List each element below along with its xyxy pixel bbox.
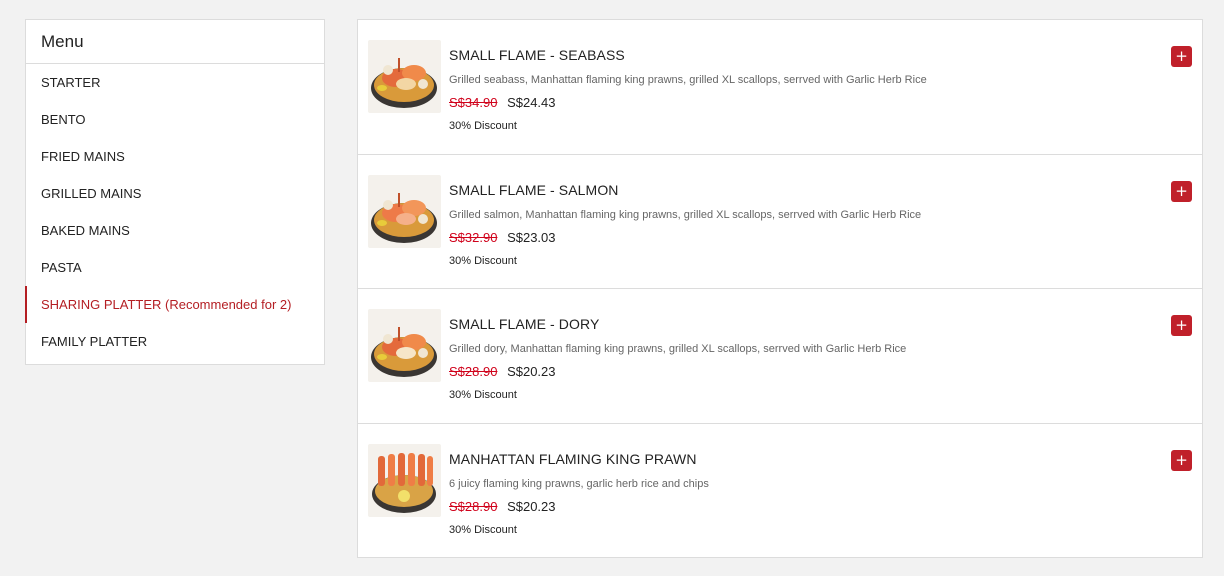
product-description: Grilled seabass, Manhattan flaming king …	[449, 74, 927, 86]
product-image[interactable]	[368, 40, 441, 113]
product-image[interactable]	[368, 174, 441, 248]
product-name: SMALL FLAME - SALMON	[449, 181, 619, 198]
product-prices: S$32.90 S$23.03	[449, 230, 556, 245]
sidebar-item-baked-mains[interactable]: BAKED MAINS	[26, 212, 324, 249]
plus-icon: +	[1175, 316, 1188, 334]
original-price: S$28.90	[449, 498, 498, 514]
product-description: Grilled dory, Manhattan flaming king pra…	[449, 343, 907, 355]
add-to-cart-button[interactable]: +	[1171, 449, 1192, 471]
sidebar-item-bento[interactable]: BENTO	[26, 101, 324, 138]
product-prices: S$28.90 S$20.23	[449, 499, 556, 514]
product-image[interactable]	[368, 443, 441, 517]
discounted-price: S$20.23	[507, 498, 556, 514]
product-list: SMALL FLAME - SEABASS Grilled seabass, M…	[357, 19, 1203, 558]
discounted-price: S$23.03	[507, 229, 556, 245]
product-prices: S$28.90 S$20.23	[449, 364, 556, 379]
category-list: STARTER BENTO FRIED MAINS GRILLED MAINS …	[25, 64, 324, 360]
product-name: SMALL FLAME - DORY	[449, 316, 600, 332]
sidebar-title: Menu	[26, 20, 324, 64]
discounted-price: S$24.43	[507, 95, 556, 110]
product-name: SMALL FLAME - SEABASS	[449, 47, 625, 63]
sidebar-item-pasta[interactable]: PASTA	[26, 249, 324, 286]
product-card[interactable]: SMALL FLAME - SALMON Grilled salmon, Man…	[358, 155, 1202, 289]
product-card[interactable]: SMALL FLAME - DORY Grilled dory, Manhatt…	[358, 289, 1202, 424]
product-name: MANHATTAN FLAMING KING PRAWN	[449, 450, 697, 467]
plus-icon: +	[1175, 47, 1188, 65]
sidebar-item-family-platter[interactable]: FAMILY PLATTER	[26, 323, 324, 360]
add-to-cart-button[interactable]: +	[1171, 46, 1192, 67]
discount-label: 30% Discount	[449, 523, 517, 536]
page: Menu STARTER BENTO FRIED MAINS GRILLED M…	[0, 0, 1224, 576]
sidebar-item-sharing-platter[interactable]: SHARING PLATTER (Recommended for 2)	[25, 286, 324, 323]
product-description: 6 juicy flaming king prawns, garlic herb…	[449, 477, 709, 490]
discount-label: 30% Discount	[449, 254, 517, 267]
plus-icon: +	[1175, 450, 1188, 469]
original-price: S$32.90	[449, 229, 498, 245]
discount-label: 30% Discount	[449, 120, 517, 132]
plus-icon: +	[1175, 181, 1188, 200]
sidebar-item-starter[interactable]: STARTER	[26, 64, 324, 101]
discount-label: 30% Discount	[449, 389, 517, 401]
sidebar-item-fried-mains[interactable]: FRIED MAINS	[26, 138, 324, 175]
product-card[interactable]: MANHATTAN FLAMING KING PRAWN 6 juicy fla…	[358, 424, 1202, 559]
product-prices: S$34.90 S$24.43	[449, 95, 556, 110]
original-price: S$28.90	[449, 364, 498, 379]
product-description: Grilled salmon, Manhattan flaming king p…	[449, 208, 922, 221]
add-to-cart-button[interactable]: +	[1171, 180, 1192, 202]
category-sidebar: Menu STARTER BENTO FRIED MAINS GRILLED M…	[25, 19, 325, 365]
sidebar-item-grilled-mains[interactable]: GRILLED MAINS	[26, 175, 324, 212]
add-to-cart-button[interactable]: +	[1171, 315, 1192, 336]
original-price: S$34.90	[449, 95, 498, 110]
product-image[interactable]	[368, 309, 441, 382]
product-card[interactable]: SMALL FLAME - SEABASS Grilled seabass, M…	[358, 20, 1202, 155]
discounted-price: S$20.23	[507, 364, 556, 379]
